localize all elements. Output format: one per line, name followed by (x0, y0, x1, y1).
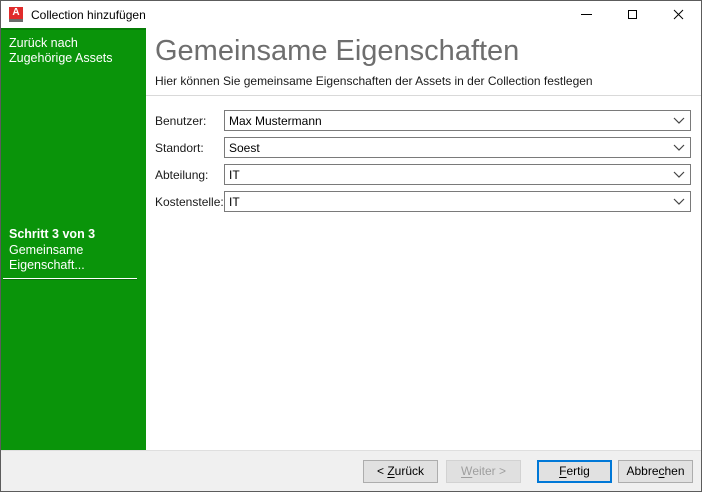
abbrechen-button[interactable]: Abbrechen (618, 460, 693, 483)
minimize-icon (581, 14, 592, 15)
main-content: Gemeinsame Eigenschaften Hier können Sie… (146, 28, 701, 450)
title-bar: A Collection hinzufügen (1, 1, 701, 28)
step-name: Gemeinsame Eigenschaft... (9, 243, 138, 273)
header-divider (146, 95, 701, 96)
app-icon: A (9, 7, 23, 22)
benutzer-label: Benutzer: (155, 114, 224, 128)
app-icon-base (9, 19, 23, 22)
standort-label: Standort: (155, 141, 224, 155)
sidebar-back-link[interactable]: Zurück nach Zugehörige Assets (1, 28, 146, 66)
benutzer-dropdown-button[interactable] (668, 111, 690, 130)
close-icon (673, 9, 684, 20)
step-underline (3, 278, 137, 279)
abbrechen-button-label: Abbre (626, 464, 658, 478)
maximize-button[interactable] (609, 1, 655, 28)
weiter-button[interactable]: Weiter > (446, 460, 521, 483)
button-bar: < Zurück Weiter > Fertig Abbrechen (1, 450, 701, 491)
abteilung-dropdown-button[interactable] (668, 165, 690, 184)
step-indicator: Schritt 3 von 3 Gemeinsame Eigenschaft..… (1, 227, 146, 279)
minimize-button[interactable] (563, 1, 609, 28)
window-controls (563, 1, 701, 28)
page-title: Gemeinsame Eigenschaften (155, 34, 701, 68)
abteilung-value: IT (225, 168, 668, 182)
app-icon-letter: A (9, 7, 23, 19)
page-subtitle: Hier können Sie gemeinsame Eigenschaften… (155, 74, 701, 88)
dialog-body: Zurück nach Zugehörige Assets Schritt 3 … (1, 28, 701, 450)
back-link-line2: Zugehörige Assets (9, 51, 138, 66)
chevron-down-icon (673, 198, 685, 205)
maximize-icon (628, 10, 637, 19)
chevron-down-icon (673, 144, 685, 151)
field-row-standort: Standort: Soest (146, 137, 701, 158)
properties-form: Benutzer: Max Mustermann Standort: Soest (146, 110, 701, 212)
close-button[interactable] (655, 1, 701, 28)
window-title: Collection hinzufügen (31, 8, 146, 22)
field-row-kostenstelle: Kostenstelle: IT (146, 191, 701, 212)
abteilung-combobox[interactable]: IT (224, 164, 691, 185)
step-label: Schritt 3 von 3 (9, 227, 138, 242)
chevron-down-icon (673, 117, 685, 124)
zurueck-button[interactable]: < Zurück (363, 460, 438, 483)
standort-dropdown-button[interactable] (668, 138, 690, 157)
kostenstelle-label: Kostenstelle: (155, 195, 224, 209)
wizard-sidebar: Zurück nach Zugehörige Assets Schritt 3 … (1, 28, 146, 450)
field-row-benutzer: Benutzer: Max Mustermann (146, 110, 701, 131)
standort-value: Soest (225, 141, 668, 155)
benutzer-value: Max Mustermann (225, 114, 668, 128)
kostenstelle-value: IT (225, 195, 668, 209)
chevron-down-icon (673, 171, 685, 178)
back-link-line1: Zurück nach (9, 36, 138, 51)
standort-combobox[interactable]: Soest (224, 137, 691, 158)
abteilung-label: Abteilung: (155, 168, 224, 182)
fertig-button[interactable]: Fertig (537, 460, 612, 483)
kostenstelle-dropdown-button[interactable] (668, 192, 690, 211)
kostenstelle-combobox[interactable]: IT (224, 191, 691, 212)
zurueck-button-label: < (377, 464, 387, 478)
dialog-window: A Collection hinzufügen Zurück nach Zuge… (0, 0, 702, 492)
field-row-abteilung: Abteilung: IT (146, 164, 701, 185)
benutzer-combobox[interactable]: Max Mustermann (224, 110, 691, 131)
